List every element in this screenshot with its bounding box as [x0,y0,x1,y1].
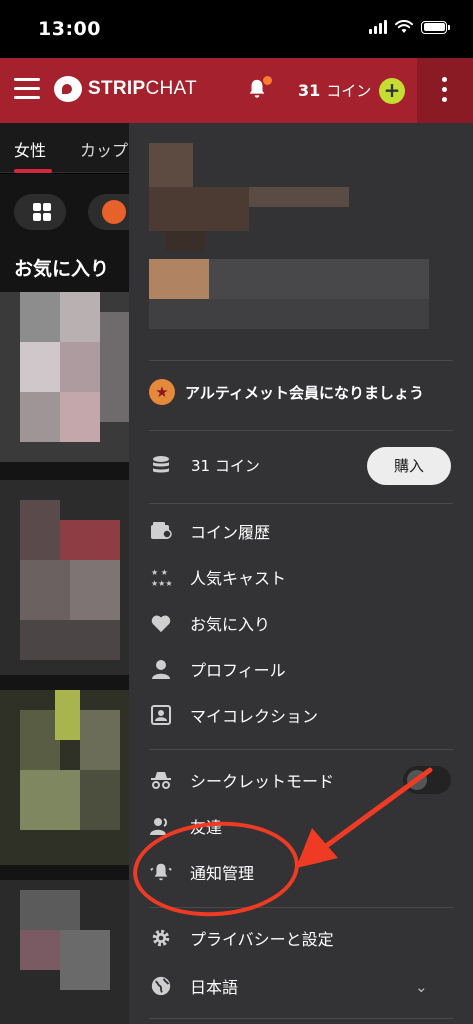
annotation-arrow [296,767,433,868]
